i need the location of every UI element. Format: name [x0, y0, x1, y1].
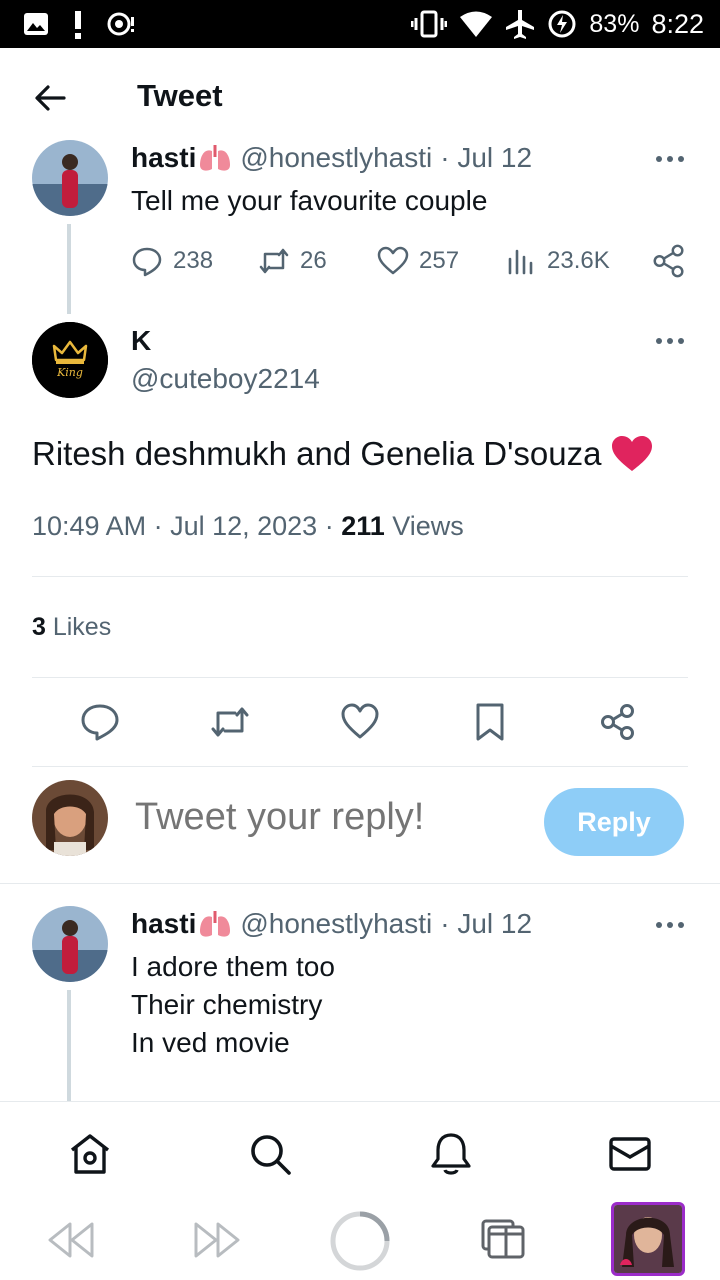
- author-handle[interactable]: @cuteboy2214: [131, 363, 320, 395]
- home-icon[interactable]: [68, 1132, 112, 1176]
- avatar[interactable]: [32, 906, 108, 982]
- share-icon[interactable]: [650, 242, 688, 280]
- author-handle[interactable]: @honestlyhasti: [240, 908, 432, 940]
- tweet-text-line: In ved movie: [131, 1027, 290, 1058]
- lungs-icon: [200, 911, 231, 937]
- wifi-icon: [460, 11, 493, 37]
- messages-mail-icon[interactable]: [608, 1132, 652, 1176]
- main-tweet-text-row: Ritesh deshmukh and Genelia D'souza: [32, 435, 653, 473]
- likes-summary[interactable]: 3 Likes: [32, 613, 111, 642]
- reply-count-button[interactable]: 238: [131, 245, 213, 277]
- author-name[interactable]: hasti: [131, 908, 196, 940]
- avatar[interactable]: King: [32, 322, 108, 398]
- author-handle[interactable]: @honestlyhasti: [240, 142, 432, 174]
- like-count-button[interactable]: 257: [377, 245, 459, 277]
- divider: [0, 883, 720, 884]
- vibrate-icon: [411, 10, 448, 38]
- reply-input[interactable]: [135, 796, 525, 839]
- like-count: 257: [419, 247, 460, 274]
- home-circle-icon[interactable]: [329, 1210, 391, 1272]
- likes-label: Likes: [45, 613, 112, 641]
- tweet-text: Ritesh deshmukh and Genelia D'souza: [32, 435, 602, 472]
- retweet-count-button[interactable]: 26: [258, 245, 327, 277]
- system-nav: [0, 1201, 720, 1280]
- share-icon[interactable]: [598, 702, 638, 742]
- thread-line: [67, 990, 71, 1101]
- profile-thumbnail[interactable]: [611, 1202, 685, 1276]
- tweet-header: hasti @honestlyhasti · Jul 12: [131, 908, 532, 940]
- views-label: Views: [384, 511, 464, 541]
- battery-percent: 83%: [589, 9, 640, 38]
- retweet-icon: [259, 248, 289, 274]
- battery-saver-icon: [548, 10, 576, 38]
- more-options-icon[interactable]: [655, 920, 685, 930]
- timestamp[interactable]: 10:49 AM · Jul 12, 2023 ·: [32, 511, 341, 541]
- tweet-text: Tell me your favourite couple: [131, 185, 488, 216]
- more-options-icon[interactable]: [655, 154, 685, 164]
- record-icon: [107, 12, 134, 36]
- notifications-bell-icon[interactable]: [429, 1132, 473, 1176]
- tweet-header: hasti @honestlyhasti · Jul 12: [131, 142, 532, 174]
- clock: 8:22: [651, 8, 704, 39]
- tweet-date: · Jul 12: [440, 908, 533, 939]
- bottom-nav: [0, 1101, 720, 1201]
- likes-count: 3: [32, 613, 46, 641]
- page-title: Tweet: [137, 78, 223, 113]
- crown-icon: [32, 322, 108, 398]
- divider: [32, 677, 688, 678]
- my-avatar[interactable]: [32, 780, 108, 856]
- avatar[interactable]: [32, 140, 108, 216]
- airplane-icon: [506, 10, 535, 39]
- avatar-logo-text: King: [57, 366, 83, 379]
- author-name[interactable]: K: [131, 325, 151, 357]
- thread-line: [67, 224, 71, 314]
- views-count-button[interactable]: 23.6K: [505, 245, 610, 277]
- retweet-count: 26: [300, 247, 327, 274]
- view-count: 211: [341, 511, 385, 541]
- reply-icon: [132, 247, 162, 277]
- tweet-date: · Jul 12: [440, 142, 533, 173]
- rewind-icon[interactable]: [46, 1220, 96, 1260]
- retweet-icon[interactable]: [210, 702, 250, 742]
- tweet-text-line: Their chemistry: [131, 989, 323, 1020]
- reply-icon[interactable]: [80, 702, 120, 742]
- lungs-icon: [200, 145, 231, 171]
- reply-button[interactable]: Reply: [544, 788, 684, 856]
- views-count: 23.6K: [547, 247, 610, 274]
- bookmark-icon[interactable]: [470, 702, 510, 742]
- back-arrow-icon[interactable]: [32, 80, 68, 116]
- fast-forward-icon[interactable]: [192, 1220, 242, 1260]
- tweet-text-line: I adore them too: [131, 951, 335, 982]
- divider: [32, 576, 688, 577]
- heart-icon[interactable]: [340, 702, 380, 742]
- author-name[interactable]: hasti: [131, 142, 196, 174]
- reply-count: 238: [173, 247, 214, 274]
- image-notification-icon: [24, 13, 48, 35]
- heart-icon: [377, 246, 409, 275]
- tweet-meta: 10:49 AM · Jul 12, 2023 · 211 Views: [32, 511, 464, 542]
- divider: [32, 766, 688, 767]
- more-options-icon[interactable]: [655, 336, 685, 346]
- header: Tweet: [0, 48, 720, 146]
- status-bar: 83% 8:22: [0, 0, 720, 48]
- tabs-icon[interactable]: [481, 1219, 527, 1259]
- search-icon[interactable]: [248, 1132, 292, 1176]
- alert-icon: [75, 11, 81, 39]
- red-heart-icon: [612, 436, 653, 471]
- views-icon: [508, 249, 533, 275]
